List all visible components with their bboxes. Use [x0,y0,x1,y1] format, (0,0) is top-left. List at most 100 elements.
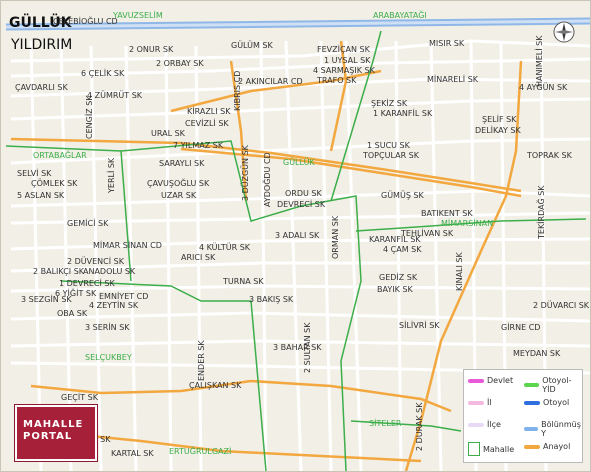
street-label: 2 SULTAN SK [303,322,312,373]
street-label: ENDER SK [197,340,206,381]
street-label: MİMAR SİNAN CD [93,241,162,250]
legend-swatch [468,422,484,427]
neighbourhood-label: SELÇUKBEY [85,353,132,362]
street-label: DEVRECİ SK [277,200,326,209]
street-label: 3 ADALI SK [275,231,320,240]
street-label: 1 DEVRECİ SK [59,279,115,288]
map-canvas[interactable]: GÜLLÜK YILDIRIM YAVUZSELİM ARABAYATAĞI O… [0,0,591,472]
street-label: KIBRIS CD [233,70,242,111]
street-label: 1 UYSAL SK [324,56,371,65]
street-label: KARTAL SK [111,449,154,458]
minor-road [124,45,138,471]
minor-road [10,39,590,63]
street-label: TURNA SK [223,277,264,286]
legend-swatch [524,444,540,449]
legend-swatch [524,400,540,405]
street-label: 2 ORBAY SK [156,59,204,68]
street-label: SARAYLI SK [159,159,205,168]
legend-item-devlet: Devlet [468,376,513,385]
street-label: 2 ONUR SK [129,45,174,54]
street-label: ŞEKİZ SK [371,99,408,108]
legend-item-bolunmus-yol: Bölünmüş Y [524,420,583,438]
street-label: YERLİ SK [107,157,116,193]
neighbourhood-label: ARABAYATAĞI [373,11,427,20]
minor-road [319,40,333,471]
street-label: SİLİVRİ SK [399,321,440,330]
street-label: GEDİZ SK [379,273,418,282]
street-label: 2 BALIKÇI SK [33,267,85,276]
legend-label: Mahalle [483,444,515,454]
street-label: 2 DURAK SK [415,402,424,451]
street-label: BATIKENT SK [421,209,473,218]
minor-road [259,40,268,471]
street-label: ÇAVUŞOĞLU SK [147,179,210,188]
neighbourhood-label: ERTUĞRULGAZİ [169,447,232,456]
legend-swatch [468,378,484,383]
street-label: AYDOĞDU CD [263,152,272,207]
street-label: 7 YILMAZ SK [173,141,224,150]
legend-item-ilce: İlçe [468,420,501,429]
street-label: OBA SK [57,309,88,318]
street-label: ŞELİF SK [482,115,517,124]
mahalle-portal-logo[interactable]: MAHALLE PORTAL [15,405,97,461]
street-label: KARANFİL SK [369,235,421,244]
neighbourhood-label: MİMARSİNAN [441,219,494,228]
street-label: CENGİZ SK [85,95,94,139]
legend-label: Bölünmüş Y [541,420,581,438]
street-label: BAYIK SK [377,285,413,294]
street-label: SELVİ SK [17,169,52,178]
street-label: GÜMÜŞ SK [381,191,424,200]
street-label: 4 SARMAŞIK SK [313,66,375,75]
street-label: DELİKAY SK [475,126,521,135]
logo-line-1: MAHALLE [23,419,84,430]
street-label: MİNARELİ SK [427,75,479,84]
street-label: TOPRAK SK [527,151,572,160]
street-label: URAL SK [151,129,185,138]
street-label: EMNİYET CD [99,292,149,301]
street-label: 4 ZEYTİN SK [89,301,139,310]
street-label: 4 KÜLTÜR SK [199,243,251,252]
street-label: 4 ÇAM SK [383,245,422,254]
street-label: 6 ÇELİK SK [81,69,125,78]
street-label: ÇAVDARLI SK [15,83,68,92]
street-label: TOPÇULAR SK [363,151,419,160]
street-label: ORMAN SK [331,215,340,259]
legend-label: Otoyol [543,398,570,407]
neighbourhood-label: YAVUZSELİM [113,11,163,20]
street-label: GÜLÜM SK [231,41,273,50]
street-label: FEVZİÇAN SK [317,45,370,54]
street-label: KİRAZLI SK [187,107,231,116]
legend-label: İl [487,398,492,407]
map-subtitle: YILDIRIM [11,37,73,53]
street-label: ÇELEBİOĞLU CD [53,17,118,26]
street-label: 1 KARANFİL SK [373,109,433,118]
map-legend: Devlet Otoyol-YİD İl Otoyol İlçe Bölünmü… [463,369,583,463]
street-label: GEÇİT SK [61,393,98,402]
street-label: ARICI SK [181,253,216,262]
street-label: CEVİZLİ SK [185,119,229,128]
legend-item-il: İl [468,398,492,407]
street-label: HANIMELİ SK [535,35,544,87]
legend-swatch [524,427,539,431]
street-label: TRAFO SK [317,76,357,85]
legend-swatch [524,383,540,387]
street-label: 3 SEZGİN SK [21,295,72,304]
minor-road [284,40,303,471]
legend-label: İlçe [487,420,501,429]
street-label: MISIR SK [429,39,465,48]
street-label: 2 DÜVENCİ SK [67,257,124,266]
neighbourhood-label: GÜLLÜK [283,158,315,167]
street-label: ÇÖMLEK SK [31,179,78,188]
street-label: GEMİCİ SK [67,219,109,228]
street-label: 4 ZÜMRÜT SK [87,91,143,100]
legend-item-anayol: Anayol [524,442,570,451]
compass-icon [553,21,575,43]
street-label: 2 DÜVARCI SK [533,301,590,310]
street-label: 3 BAHAR SK [273,343,322,352]
neighbourhood-label: ORTABAĞLAR [33,151,87,160]
street-label: 3 BAKIŞ SK [249,295,294,304]
boundary [350,420,462,432]
street-label: 3 SERİN SK [85,323,130,332]
legend-label: Anayol [543,442,571,451]
street-label: 1 SUCU SK [367,141,410,150]
